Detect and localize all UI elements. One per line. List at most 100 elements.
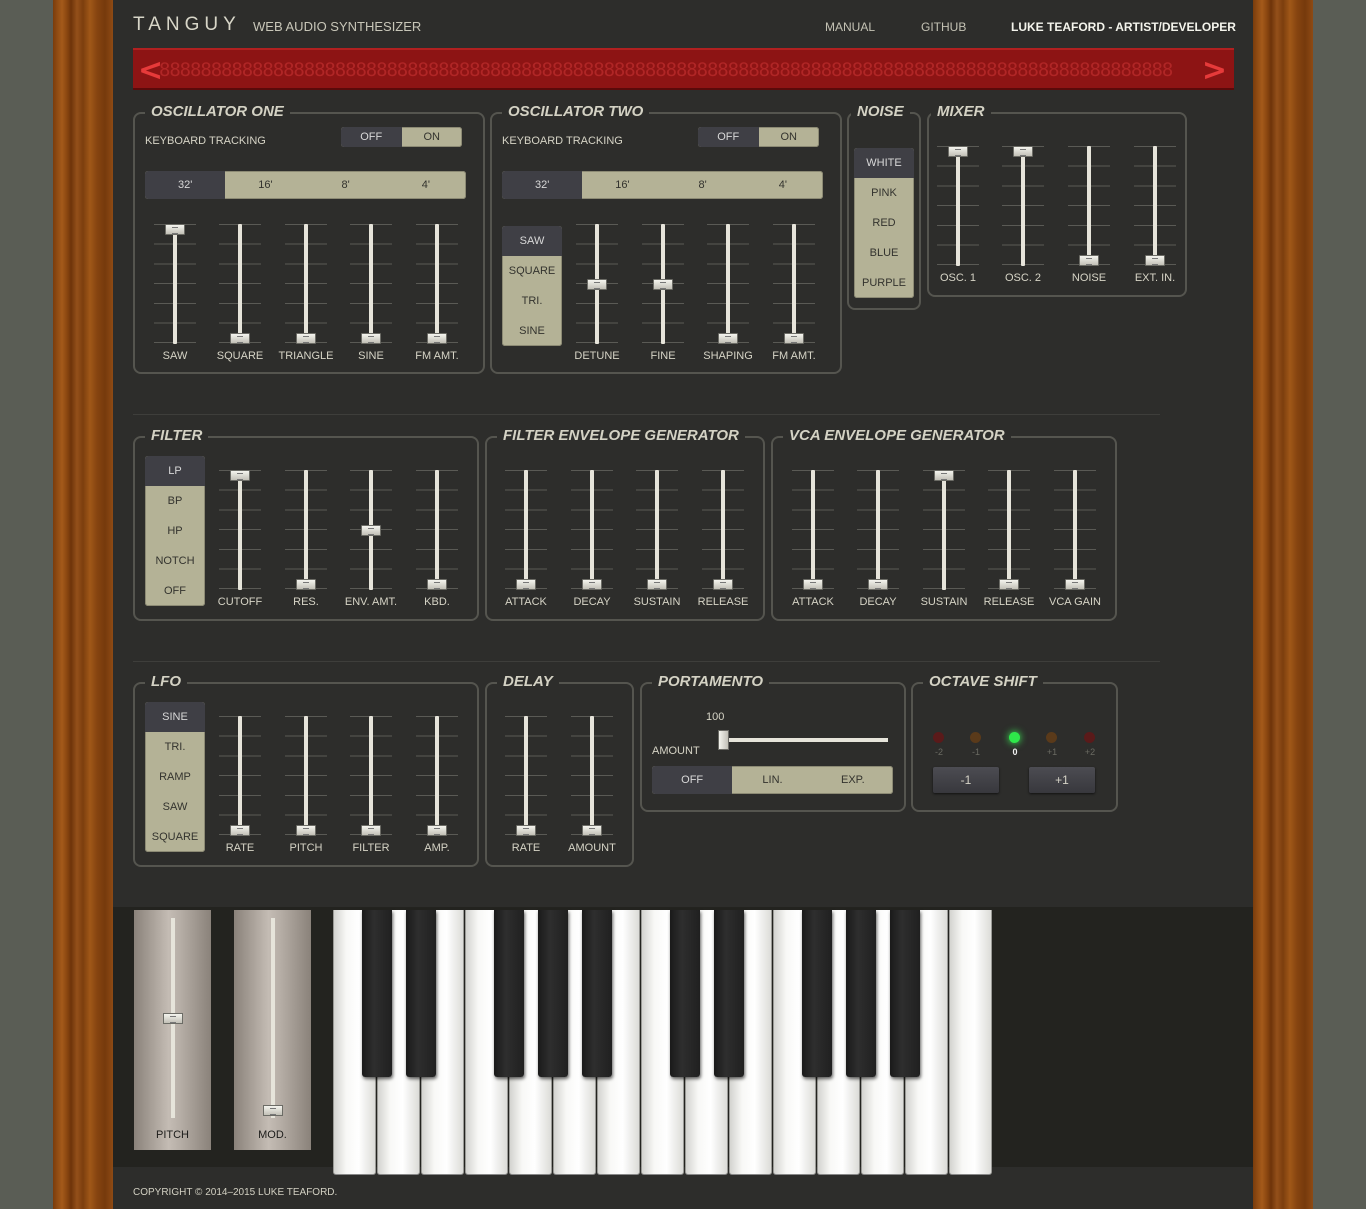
mixer-noise-slider[interactable]: NOISE <box>1064 146 1114 296</box>
slider-thumb[interactable] <box>582 825 602 836</box>
osc2-range-option-32[interactable]: 32' <box>502 171 583 199</box>
osc1-range-option-8[interactable]: 8' <box>306 171 386 199</box>
slider-track[interactable] <box>524 716 528 836</box>
vca_env-vca-gain-slider[interactable]: VCA GAIN <box>1049 470 1101 620</box>
slider-track[interactable] <box>369 716 373 836</box>
osc1-range-selector[interactable]: 32' 16' 8' 4' <box>145 171 466 199</box>
octave-down-button[interactable]: -1 <box>933 767 999 793</box>
slider-thumb[interactable] <box>784 333 804 344</box>
slider-thumb[interactable] <box>582 579 602 590</box>
slider-track[interactable] <box>655 470 659 590</box>
pitch-wheel[interactable]: PITCH <box>134 910 211 1150</box>
porta-mode-option-exp[interactable]: EXP. <box>813 766 893 794</box>
osc1-sine-slider[interactable]: SINE <box>346 224 396 374</box>
mod-wheel-thumb[interactable] <box>263 1105 283 1116</box>
black-key[interactable] <box>494 910 524 1077</box>
filter_env-sustain-slider[interactable]: SUSTAIN <box>632 470 682 620</box>
black-key[interactable] <box>582 910 612 1077</box>
noise-color-selector[interactable]: WHITE PINK RED BLUE PURPLE <box>854 148 914 298</box>
black-key[interactable] <box>802 910 832 1077</box>
noise-opts-option-purple[interactable]: PURPLE <box>854 268 914 298</box>
lfo-filter-slider[interactable]: FILTER <box>346 716 396 866</box>
slider-track[interactable] <box>721 470 725 590</box>
osc2-wave-option-saw[interactable]: SAW <box>502 226 562 256</box>
filter-modes-option-hp[interactable]: HP <box>145 516 205 546</box>
mod-wheel-track[interactable] <box>271 918 275 1118</box>
porta-mode-option-lin[interactable]: LIN. <box>732 766 812 794</box>
slider-thumb[interactable] <box>1145 255 1165 266</box>
slider-thumb[interactable] <box>1065 579 1085 590</box>
slider-track[interactable] <box>1153 146 1157 266</box>
slider-thumb[interactable] <box>427 579 447 590</box>
osc1-saw-slider[interactable]: SAW <box>150 224 200 374</box>
osc1-range-option-16[interactable]: 16' <box>225 171 305 199</box>
filter_env-decay-slider[interactable]: DECAY <box>567 470 617 620</box>
lfo-wave-option-sine[interactable]: SINE <box>145 702 205 732</box>
nav-manual-link[interactable]: MANUAL <box>825 20 875 34</box>
slider-thumb[interactable] <box>427 825 447 836</box>
slider-thumb[interactable] <box>999 579 1019 590</box>
black-key[interactable] <box>846 910 876 1077</box>
osc2-tracking-option-off[interactable]: OFF <box>698 127 759 147</box>
slider-thumb[interactable] <box>516 579 536 590</box>
mixer-osc-1-slider[interactable]: OSC. 1 <box>933 146 983 296</box>
slider-track[interactable] <box>1007 470 1011 590</box>
slider-thumb[interactable] <box>427 333 447 344</box>
osc1-tracking-option-on[interactable]: ON <box>402 127 463 147</box>
vca_env-release-slider[interactable]: RELEASE <box>984 470 1034 620</box>
osc1-tracking-option-off[interactable]: OFF <box>341 127 402 147</box>
octave-up-button[interactable]: +1 <box>1029 767 1095 793</box>
lfo-wave-option-ramp[interactable]: RAMP <box>145 762 205 792</box>
vca_env-sustain-slider[interactable]: SUSTAIN <box>919 470 969 620</box>
lfo-rate-slider[interactable]: RATE <box>215 716 265 866</box>
osc2-waveform-selector[interactable]: SAW SQUARE TRI. SINE <box>502 226 562 346</box>
portamento-mode-selector[interactable]: OFF LIN. EXP. <box>652 766 893 794</box>
osc1-square-slider[interactable]: SQUARE <box>215 224 265 374</box>
osc1-tracking-toggle[interactable]: OFF ON <box>341 127 462 147</box>
slider-thumb[interactable] <box>948 146 968 157</box>
filter-res-slider[interactable]: RES. <box>281 470 331 620</box>
portamento-amount-slider[interactable] <box>718 730 888 750</box>
slider-track[interactable] <box>1087 146 1091 266</box>
osc2-wave-option-square[interactable]: SQUARE <box>502 256 562 286</box>
slider-track[interactable] <box>1021 146 1025 266</box>
delay-rate-slider[interactable]: RATE <box>501 716 551 866</box>
nav-author-link[interactable]: LUKE TEAFORD - ARTIST/DEVELOPER <box>1011 20 1236 34</box>
next-preset-arrow-icon[interactable]: > <box>1202 53 1227 88</box>
osc1-triangle-slider[interactable]: TRIANGLE <box>278 224 334 374</box>
slider-track[interactable] <box>792 224 796 344</box>
filter-modes-option-notch[interactable]: NOTCH <box>145 546 205 576</box>
slider-track[interactable] <box>304 470 308 590</box>
slider-track[interactable] <box>238 716 242 836</box>
slider-track[interactable] <box>435 716 439 836</box>
black-key[interactable] <box>890 910 920 1077</box>
vca_env-attack-slider[interactable]: ATTACK <box>788 470 838 620</box>
slider-track[interactable] <box>956 146 960 266</box>
slider-track[interactable] <box>238 470 242 590</box>
slider-track[interactable] <box>876 470 880 590</box>
slider-track[interactable] <box>369 224 373 344</box>
lfo-waveform-selector[interactable]: SINE TRI. RAMP SAW SQUARE <box>145 702 205 852</box>
vca_env-decay-slider[interactable]: DECAY <box>853 470 903 620</box>
delay-amount-slider[interactable]: AMOUNT <box>567 716 617 866</box>
slider-thumb[interactable] <box>230 333 250 344</box>
mixer-osc-2-slider[interactable]: OSC. 2 <box>998 146 1048 296</box>
slider-thumb[interactable] <box>296 825 316 836</box>
osc2-fine-slider[interactable]: FINE <box>638 224 688 374</box>
lfo-wave-option-saw[interactable]: SAW <box>145 792 205 822</box>
filter_env-attack-slider[interactable]: ATTACK <box>501 470 551 620</box>
slider-thumb[interactable] <box>516 825 536 836</box>
slider-thumb[interactable] <box>296 579 316 590</box>
osc1-fm-amt-slider[interactable]: FM AMT. <box>412 224 462 374</box>
osc2-tracking-toggle[interactable]: OFF ON <box>698 127 819 147</box>
noise-opts-option-white[interactable]: WHITE <box>854 148 914 178</box>
slider-thumb[interactable] <box>934 470 954 481</box>
slider-track[interactable] <box>590 470 594 590</box>
slider-thumb[interactable] <box>713 579 733 590</box>
slider-track[interactable] <box>942 470 946 590</box>
slider-thumb[interactable] <box>1013 146 1033 157</box>
slider-track[interactable] <box>435 224 439 344</box>
porta-mode-option-off[interactable]: OFF <box>652 766 733 794</box>
filter-modes-option-off[interactable]: OFF <box>145 576 205 606</box>
white-key[interactable] <box>949 910 992 1175</box>
